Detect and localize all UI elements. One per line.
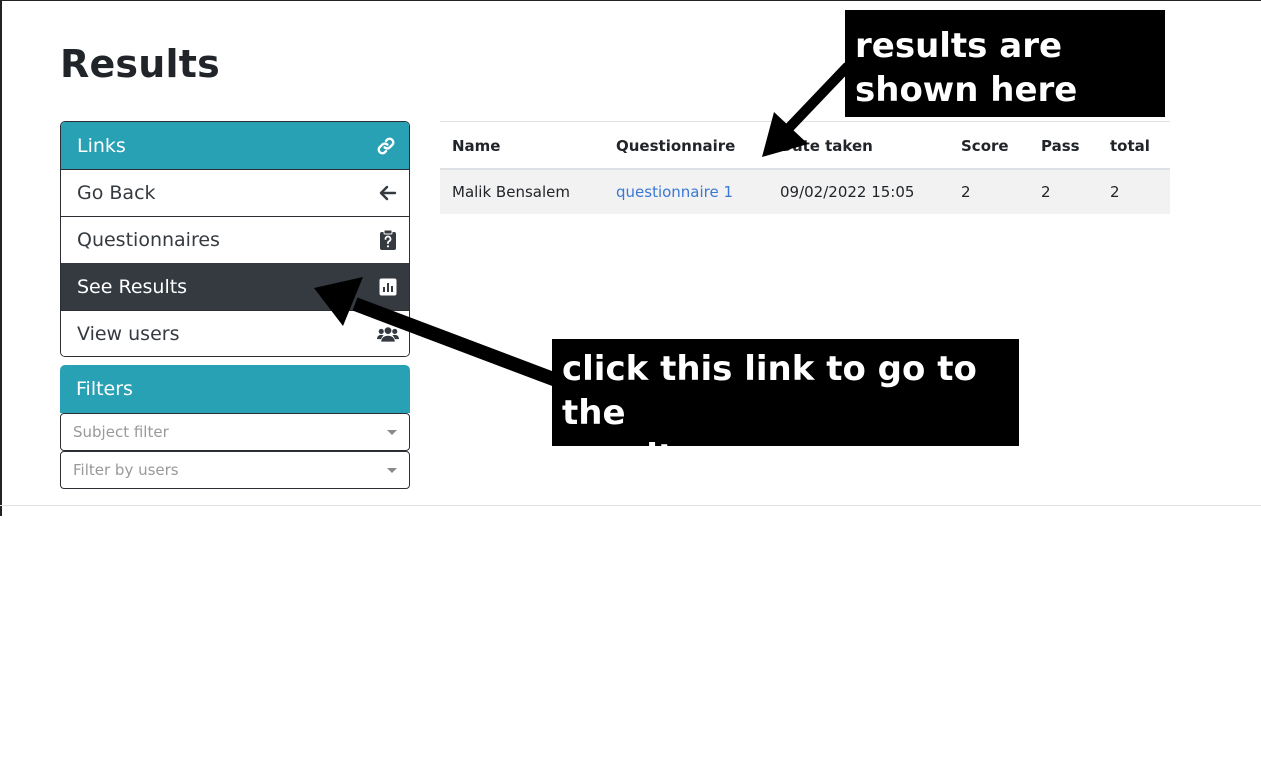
- arrow-to-results-table: [762, 62, 852, 157]
- arrow-to-see-results-link: [314, 277, 559, 387]
- annotation-arrows: [314, 62, 852, 387]
